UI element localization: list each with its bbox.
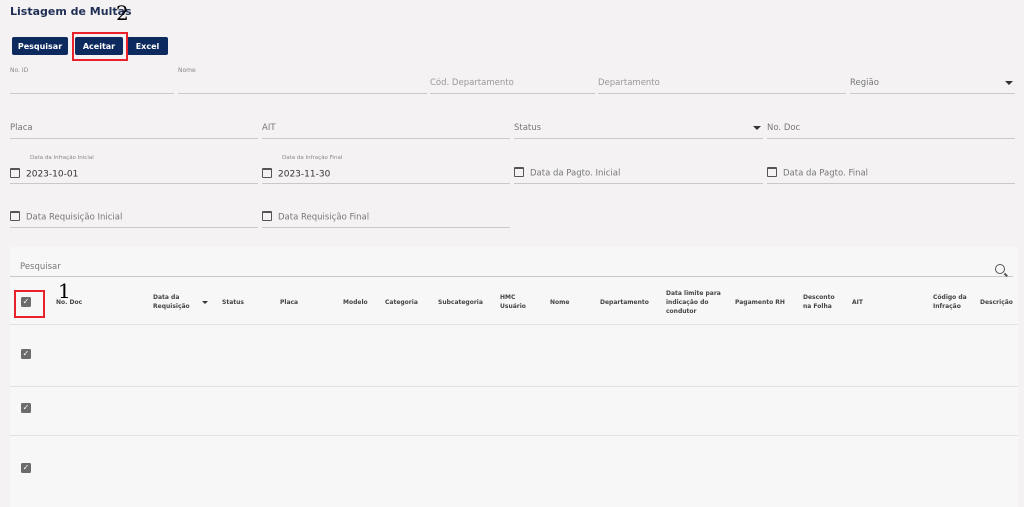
page-title: Listagem de Multas [10, 5, 132, 18]
table-search-placeholder: Pesquisar [20, 262, 61, 272]
status-label: Status [514, 123, 542, 133]
data-infracao-inicial-label: Data da Infração Inicial [30, 155, 94, 161]
data-infracao-inicial-field[interactable]: Data da Infração Inicial 2023-10-01 [10, 155, 258, 184]
calendar-icon[interactable] [262, 210, 272, 221]
calendar-icon[interactable] [262, 167, 272, 178]
row-divider [10, 324, 1018, 325]
search-button[interactable]: Pesquisar [12, 37, 68, 55]
no-id-label: No. ID [10, 67, 29, 74]
row-divider [10, 435, 1018, 436]
data-requisicao-inicial-field[interactable]: Data Requisição Inicial [10, 205, 258, 228]
no-id-field[interactable]: No. ID [10, 67, 174, 94]
table-search-input[interactable]: Pesquisar [10, 258, 1013, 277]
col-nome[interactable]: Nome [550, 280, 585, 324]
data-requisicao-inicial-label: Data Requisição Inicial [26, 212, 123, 222]
calendar-icon[interactable] [10, 167, 20, 178]
status-select[interactable]: Status [514, 116, 763, 139]
regiao-select[interactable]: Região [850, 71, 1015, 94]
calendar-icon[interactable] [514, 166, 524, 177]
highlight-box-accept [72, 32, 128, 61]
placa-field[interactable]: Placa [10, 116, 258, 139]
col-data-requisicao[interactable]: Data da Requisição [153, 280, 208, 324]
data-pagto-final-label: Data da Pagto. Final [783, 168, 869, 178]
sort-down-icon[interactable] [202, 300, 208, 304]
col-status[interactable]: Status [222, 280, 262, 324]
col-data-limite[interactable]: Data limite para indicação do condutor [666, 280, 721, 324]
col-data-requisicao-label: Data da Requisição [153, 294, 190, 310]
row-divider [10, 386, 1018, 387]
chevron-down-icon [1005, 81, 1013, 85]
excel-button[interactable]: Excel [127, 37, 168, 55]
annotation-2: 2 [116, 1, 129, 25]
no-doc-label: No. Doc [767, 123, 801, 133]
ait-label: AIT [262, 123, 276, 133]
placa-label: Placa [10, 123, 33, 133]
chevron-down-icon [753, 126, 761, 130]
data-infracao-final-field[interactable]: Data da Infração Final 2023-11-30 [262, 155, 510, 184]
col-placa[interactable]: Placa [280, 280, 320, 324]
departamento-field[interactable]: Departamento [598, 71, 846, 94]
no-doc-field[interactable]: No. Doc [767, 116, 1015, 139]
calendar-icon[interactable] [767, 166, 777, 177]
data-requisicao-final-label: Data Requisição Final [278, 212, 370, 222]
data-pagto-inicial-field[interactable]: Data da Pagto. Inicial [514, 161, 763, 184]
regiao-label: Região [850, 78, 879, 88]
col-descricao[interactable]: Descrição [980, 280, 1020, 324]
col-desconto-folha[interactable]: Desconto na Folha [803, 280, 839, 324]
row-checkbox[interactable]: ✓ [21, 349, 31, 359]
data-infracao-inicial-value: 2023-10-01 [26, 169, 79, 179]
col-ait[interactable]: AIT [852, 280, 872, 324]
calendar-icon[interactable] [10, 210, 20, 221]
ait-field[interactable]: AIT [262, 116, 510, 139]
data-pagto-inicial-label: Data da Pagto. Inicial [530, 168, 621, 178]
col-no-doc[interactable]: No. Doc [56, 280, 126, 324]
col-departamento[interactable]: Departamento [600, 280, 655, 324]
departamento-label: Departamento [598, 78, 660, 88]
col-pagamento-rh[interactable]: Pagamento RH [735, 280, 790, 324]
col-categoria[interactable]: Categoria [385, 280, 425, 324]
data-requisicao-final-field[interactable]: Data Requisição Final [262, 205, 510, 228]
data-pagto-final-field[interactable]: Data da Pagto. Final [767, 161, 1015, 184]
highlight-box-select-all [14, 290, 45, 318]
data-infracao-final-value: 2023-11-30 [278, 169, 331, 179]
col-hmc-usuario[interactable]: HMC Usuário [500, 280, 530, 324]
search-icon[interactable] [995, 264, 1005, 274]
cod-departamento-label: Cód. Departamento [430, 78, 514, 88]
row-checkbox[interactable]: ✓ [21, 463, 31, 473]
nome-label: Nome [178, 67, 196, 74]
nome-field[interactable]: Nome [178, 67, 427, 94]
col-subcategoria[interactable]: Subcategoria [438, 280, 488, 324]
col-codigo-infracao[interactable]: Código da Infração [933, 280, 969, 324]
data-infracao-final-label: Data da Infração Final [282, 155, 343, 161]
cod-departamento-field[interactable]: Cód. Departamento [430, 71, 595, 94]
row-checkbox[interactable]: ✓ [21, 403, 31, 413]
col-modelo[interactable]: Modelo [343, 280, 378, 324]
